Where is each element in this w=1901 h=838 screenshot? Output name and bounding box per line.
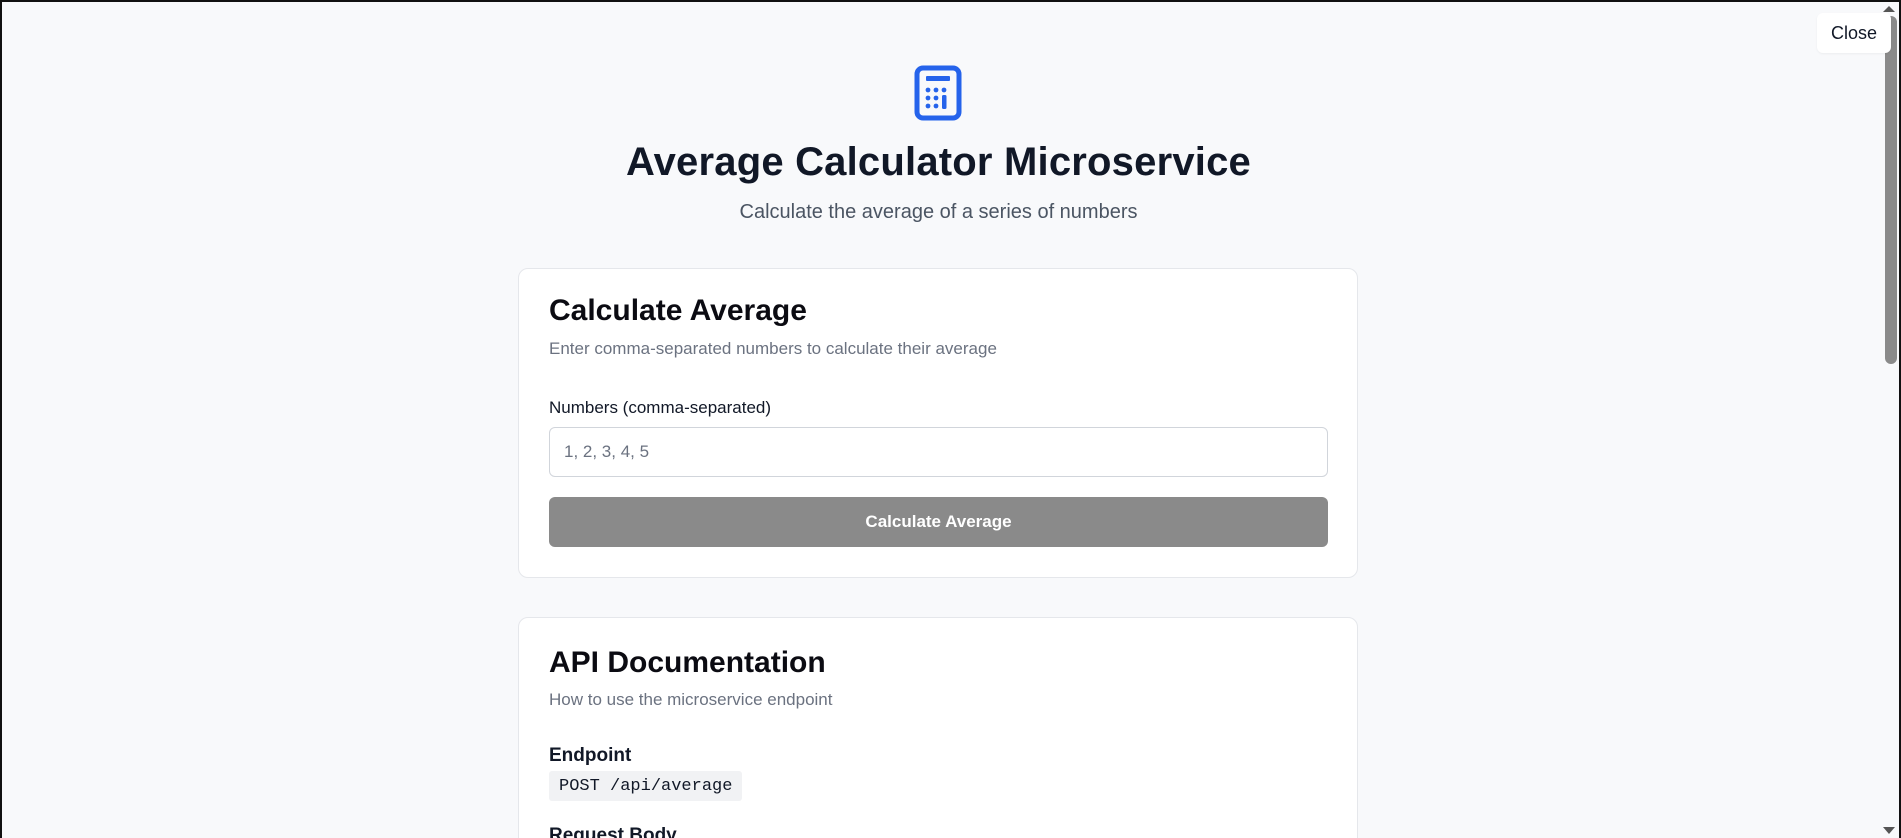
calculate-average-button[interactable]: Calculate Average [549, 497, 1328, 547]
api-documentation-card: API Documentation How to use the microse… [518, 617, 1358, 838]
page-subtitle: Calculate the average of a series of num… [739, 201, 1138, 223]
scroll-down-icon[interactable] [1883, 827, 1895, 834]
scroll-thumb[interactable] [1885, 16, 1897, 364]
calculate-card: Calculate Average Enter comma-separated … [518, 268, 1358, 578]
endpoint-code: POST /api/average [549, 771, 743, 801]
calculator-icon [914, 65, 962, 121]
request-body-label: Request Body [549, 825, 677, 838]
api-card-title: API Documentation [549, 646, 826, 679]
calculate-card-description: Enter comma-separated numbers to calcula… [549, 339, 997, 358]
calculate-card-title: Calculate Average [549, 294, 807, 327]
endpoint-label: Endpoint [549, 745, 632, 766]
numbers-field-label: Numbers (comma-separated) [549, 398, 772, 417]
page-title: Average Calculator Microservice [625, 140, 1251, 184]
page: Average Calculator Microservice Calculat… [0, 0, 1877, 838]
scroll-up-icon[interactable] [1883, 6, 1895, 12]
numbers-input[interactable] [549, 427, 1328, 477]
scrollbar[interactable] [1877, 0, 1901, 838]
close-button[interactable]: Close [1817, 13, 1891, 53]
api-card-description: How to use the microservice endpoint [549, 690, 833, 709]
